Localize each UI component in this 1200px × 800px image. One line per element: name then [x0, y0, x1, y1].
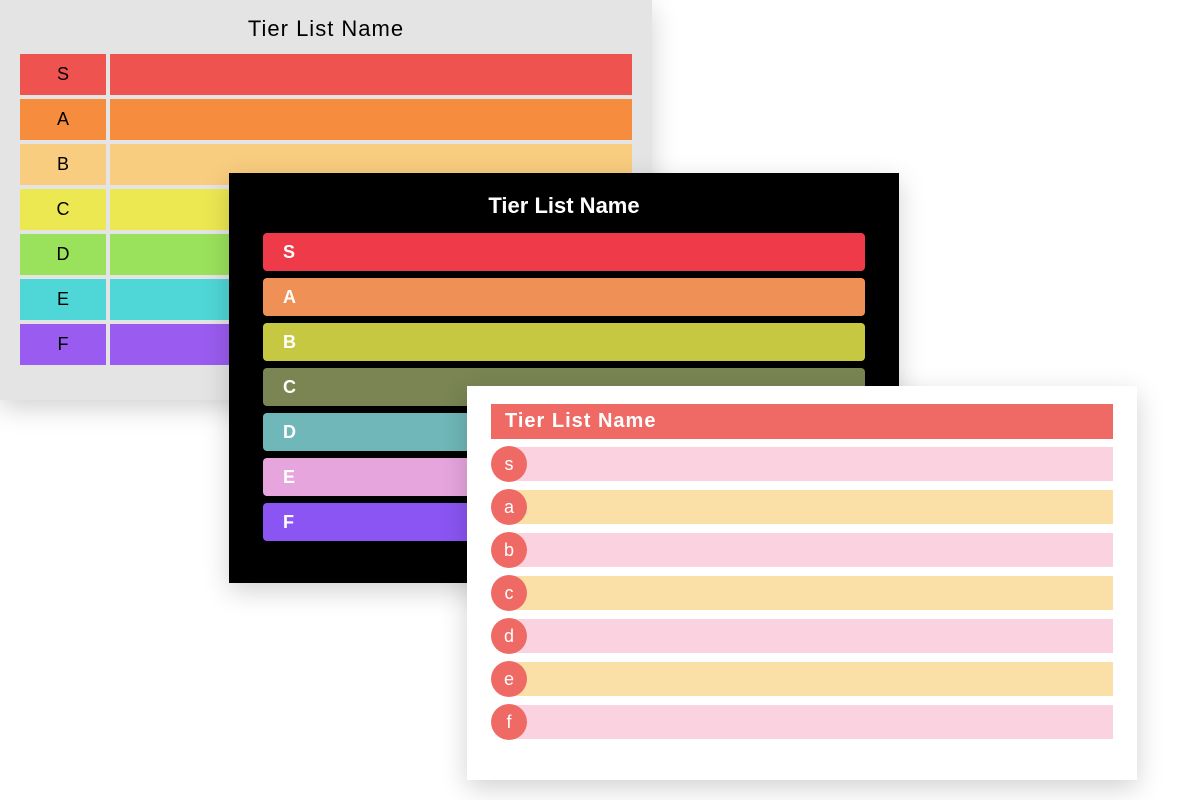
tier-label: E — [20, 279, 106, 320]
tier-label: F — [263, 512, 294, 533]
tier-row[interactable]: c — [491, 574, 1113, 612]
tier-body[interactable] — [511, 447, 1113, 481]
tier-label: D — [263, 422, 296, 443]
tier-label-circle: d — [491, 618, 527, 654]
tier-label: C — [263, 377, 296, 398]
tier-row[interactable]: S — [20, 54, 632, 95]
tier-label: A — [263, 287, 296, 308]
tier-label: A — [20, 99, 106, 140]
tier-row[interactable]: f — [491, 703, 1113, 741]
tier-body[interactable] — [110, 54, 632, 95]
tier-row[interactable]: B — [263, 323, 865, 361]
tier-label: S — [263, 242, 295, 263]
tier-body[interactable] — [511, 619, 1113, 653]
tier-body[interactable] — [110, 99, 632, 140]
tier-label-circle: f — [491, 704, 527, 740]
card-title: Tier List Name — [491, 404, 1113, 439]
tier-label: E — [263, 467, 295, 488]
tier-body[interactable] — [511, 490, 1113, 524]
tier-label-circle: a — [491, 489, 527, 525]
card-title: Tier List Name — [263, 187, 865, 233]
tier-label-circle: b — [491, 532, 527, 568]
tier-row[interactable]: e — [491, 660, 1113, 698]
tier-label: C — [20, 189, 106, 230]
card-title: Tier List Name — [20, 10, 632, 54]
tier-row[interactable]: S — [263, 233, 865, 271]
tier-row[interactable]: d — [491, 617, 1113, 655]
tier-label: F — [20, 324, 106, 365]
tier-row[interactable]: b — [491, 531, 1113, 569]
tier-rows: sabcdef — [491, 445, 1113, 741]
tier-body[interactable] — [511, 576, 1113, 610]
tier-body[interactable] — [511, 533, 1113, 567]
tier-body[interactable] — [511, 662, 1113, 696]
tier-label: S — [20, 54, 106, 95]
tier-row[interactable]: A — [263, 278, 865, 316]
stage: Tier List Name SABCDEF Tier List Name SA… — [0, 0, 1200, 800]
tierlist-card-white: Tier List Name sabcdef — [467, 386, 1137, 780]
tier-row[interactable]: A — [20, 99, 632, 140]
tier-row[interactable]: s — [491, 445, 1113, 483]
tier-label: D — [20, 234, 106, 275]
tier-body[interactable] — [511, 705, 1113, 739]
tier-label-circle: e — [491, 661, 527, 697]
tier-label-circle: c — [491, 575, 527, 611]
tier-row[interactable]: a — [491, 488, 1113, 526]
tier-label: B — [20, 144, 106, 185]
tier-label-circle: s — [491, 446, 527, 482]
tier-label: B — [263, 332, 296, 353]
